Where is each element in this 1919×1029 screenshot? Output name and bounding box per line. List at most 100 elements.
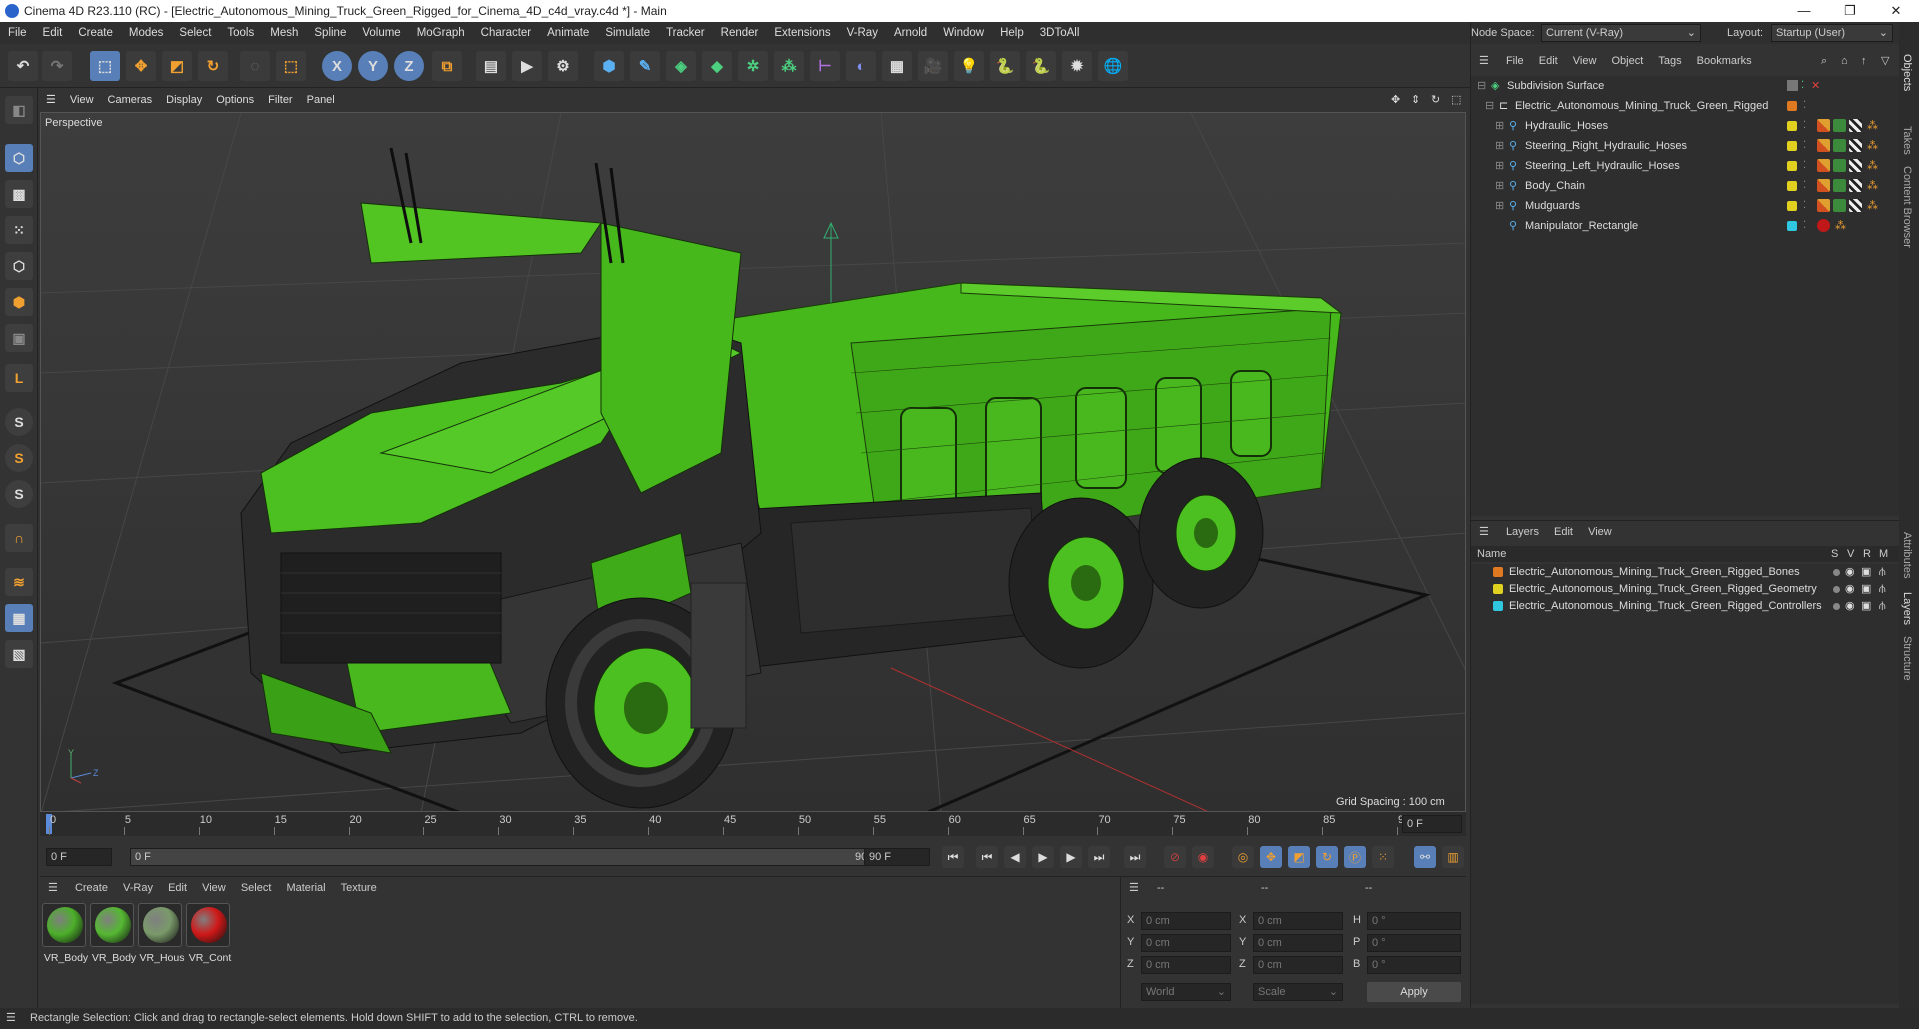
menu-render[interactable]: Render — [713, 22, 767, 44]
layer-color-swatch[interactable] — [1493, 567, 1503, 577]
vray-settings-button[interactable]: ✹ — [1062, 51, 1092, 81]
start-frame-field[interactable]: 0 F — [46, 848, 112, 866]
menu-tools[interactable]: Tools — [219, 22, 262, 44]
locked-workplane-button[interactable]: ▧ — [5, 640, 33, 668]
tab-content-browser[interactable]: Content Browser — [1901, 166, 1913, 248]
rotate-tool-button[interactable]: ↻ — [198, 51, 228, 81]
rot-h-field[interactable]: 0 ° — [1367, 912, 1461, 930]
layer-color-swatch[interactable] — [1493, 601, 1503, 611]
menu-select[interactable]: Select — [171, 22, 219, 44]
rot-p-field[interactable]: 0 ° — [1367, 934, 1461, 952]
scale-tool-button[interactable]: ◩ — [162, 51, 192, 81]
next-key-button[interactable]: ⏭ — [1088, 846, 1110, 868]
redo-button[interactable]: ↷ — [42, 51, 72, 81]
menu-mesh[interactable]: Mesh — [262, 22, 306, 44]
quantize-button[interactable]: S — [5, 480, 33, 508]
python-button[interactable]: 🐍 — [990, 51, 1020, 81]
python-script-button[interactable]: 🐍 — [1026, 51, 1056, 81]
object-row[interactable]: ⊞ ⚲ Steering_Right_Hydraulic_Hoses ⁚ ⁂ — [1471, 136, 1900, 156]
visibility-dots-icon[interactable]: ⁚ — [1803, 96, 1806, 116]
material-tag-icon[interactable] — [1833, 119, 1846, 132]
close-button[interactable]: ✕ — [1873, 0, 1919, 22]
layer-color-swatch[interactable] — [1787, 201, 1797, 211]
tab-structure[interactable]: Structure — [1901, 636, 1913, 681]
pen-spline-button[interactable]: ✎ — [630, 51, 660, 81]
expand-icon[interactable]: ⊞ — [1495, 196, 1504, 216]
cube-button[interactable]: ⬢ — [594, 51, 624, 81]
axis-mode-button[interactable]: L — [5, 364, 33, 392]
perspective-viewport[interactable]: Perspective Grid Spacing : 100 cm Y Z — [40, 112, 1466, 812]
object-menu-file[interactable]: File — [1500, 55, 1530, 67]
previous-key-button[interactable]: ⏮ — [976, 846, 998, 868]
snap-settings-button[interactable]: S — [5, 444, 33, 472]
material-swatch[interactable]: VR_Hous — [138, 903, 184, 964]
ik-tag-icon[interactable]: ⁂ — [1867, 196, 1878, 216]
editor-toggle-icon[interactable] — [1787, 80, 1798, 91]
key-selection-button[interactable]: ◎ — [1232, 846, 1254, 868]
vray-tag-icon[interactable] — [1817, 139, 1830, 152]
layer-color-swatch[interactable] — [1787, 141, 1797, 151]
expand-icon[interactable]: ⊞ — [1495, 176, 1504, 196]
visibility-dots-icon[interactable]: ⁚ — [1803, 216, 1806, 236]
workplane-button[interactable]: ≋ — [5, 568, 33, 596]
object-row[interactable]: ⊞ ⚲ Body_Chain ⁚ ⁂ — [1471, 176, 1900, 196]
viewport-menu-view[interactable]: View — [63, 88, 101, 112]
go-to-start-button[interactable]: ⏮ — [942, 846, 964, 868]
material-menu-view[interactable]: View — [196, 882, 232, 894]
y-axis-lock-button[interactable]: Y — [358, 51, 388, 81]
viewport-menu-display[interactable]: Display — [159, 88, 209, 112]
material-tag-icon[interactable] — [1833, 179, 1846, 192]
menu-window[interactable]: Window — [935, 22, 992, 44]
coordinate-system-button[interactable]: ⧉ — [432, 51, 462, 81]
disabled-x-icon[interactable]: ✕ — [1811, 76, 1820, 96]
vray-tag-icon[interactable] — [1817, 179, 1830, 192]
manager-icon[interactable]: ⫛ — [1879, 598, 1886, 615]
menu-arnold[interactable]: Arnold — [886, 22, 935, 44]
material-tag-icon[interactable] — [1833, 159, 1846, 172]
material-menu-select[interactable]: Select — [235, 882, 278, 894]
floor-button[interactable]: ▦ — [882, 51, 912, 81]
object-row-subdivision-surface[interactable]: ⊟ ◈ Subdivision Surface ⁚ ✕ — [1471, 76, 1900, 96]
expand-icon[interactable]: ⊟ — [1477, 76, 1486, 96]
manager-icon[interactable]: ⫛ — [1879, 564, 1886, 581]
apply-button[interactable]: Apply — [1367, 982, 1461, 1002]
size-z-field[interactable]: 0 cm — [1253, 956, 1343, 974]
viewport-maximize-icon[interactable]: ⬚ — [1444, 88, 1468, 112]
next-frame-button[interactable]: ▶ — [1060, 846, 1082, 868]
vray-tag-icon[interactable] — [1817, 159, 1830, 172]
search-icon[interactable]: ⌕ — [1821, 50, 1827, 72]
ik-tag-icon[interactable]: ⁂ — [1835, 216, 1846, 236]
key-rotation-button[interactable]: ↻ — [1316, 846, 1338, 868]
material-swatch[interactable]: VR_Cont — [186, 903, 231, 964]
checker-tag-icon[interactable] — [1849, 179, 1862, 192]
material-swatch[interactable]: VR_Body — [42, 903, 88, 964]
deformer-button[interactable]: ⊢ — [810, 51, 840, 81]
tab-attributes[interactable]: Attributes — [1901, 532, 1913, 578]
magnet-button[interactable]: ∩ — [5, 524, 33, 552]
material-menu-texture[interactable]: Texture — [335, 882, 383, 894]
layer-color-swatch[interactable] — [1787, 101, 1797, 111]
material-swatch[interactable]: VR_Body — [90, 903, 136, 964]
object-row[interactable]: ⊞ ⚲ Steering_Left_Hydraulic_Hoses ⁚ ⁂ — [1471, 156, 1900, 176]
points-mode-button[interactable]: ⁙ — [5, 216, 33, 244]
object-row[interactable]: ⊞ ⚲ Mudguards ⁚ ⁂ — [1471, 196, 1900, 216]
material-tag-icon[interactable] — [1817, 219, 1830, 232]
render-picture-viewer-button[interactable]: ▶ — [512, 51, 542, 81]
layers-menu-view[interactable]: View — [1582, 526, 1618, 538]
checker-tag-icon[interactable] — [1849, 139, 1862, 152]
up-arrow-icon[interactable]: ↑ — [1861, 50, 1867, 72]
record-button[interactable]: ⊘ — [1164, 846, 1186, 868]
size-x-field[interactable]: 0 cm — [1253, 912, 1343, 930]
material-menu-hamburger-icon[interactable]: ☰ — [40, 882, 66, 894]
texture-mode-button[interactable]: ▩ — [5, 180, 33, 208]
material-tag-icon[interactable] — [1833, 139, 1846, 152]
maximize-button[interactable]: ❐ — [1827, 0, 1873, 22]
cloner-button[interactable]: ✲ — [738, 51, 768, 81]
material-menu-vray[interactable]: V-Ray — [117, 882, 159, 894]
material-menu-edit[interactable]: Edit — [162, 882, 193, 894]
menu-mograph[interactable]: MoGraph — [409, 22, 473, 44]
menu-spline[interactable]: Spline — [306, 22, 354, 44]
coord-menu-hamburger-icon[interactable]: ☰ — [1121, 882, 1147, 894]
size-y-field[interactable]: 0 cm — [1253, 934, 1343, 952]
key-parameter-button[interactable]: Ⓟ — [1344, 846, 1366, 868]
